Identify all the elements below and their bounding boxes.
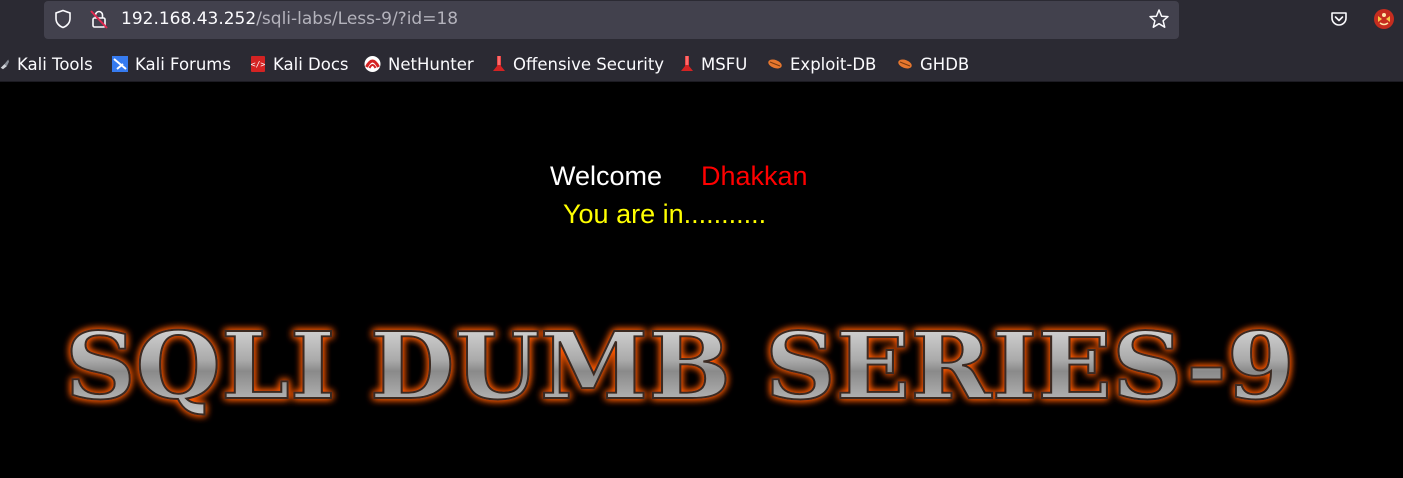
bookmark-msfu[interactable]: MSFU bbox=[679, 52, 747, 76]
username: Dhakkan bbox=[701, 161, 808, 191]
kali-docs-icon: </> bbox=[251, 56, 266, 72]
url-text[interactable]: 192.168.43.252/sqli-labs/Less-9/?id=18 bbox=[121, 8, 458, 30]
browser-toolbar: 192.168.43.252/sqli-labs/Less-9/?id=18 bbox=[0, 0, 1403, 44]
bookmark-label: MSFU bbox=[701, 54, 748, 74]
offsec-icon bbox=[493, 56, 505, 71]
lock-strikethrough-icon[interactable] bbox=[88, 8, 110, 30]
kali-forums-icon bbox=[112, 56, 128, 72]
extension-icon[interactable] bbox=[1372, 7, 1396, 31]
welcome-label: Welcome bbox=[550, 161, 663, 191]
bookmark-label: GHDB bbox=[920, 54, 970, 74]
bookmarks-toolbar: Kali Tools Kali Forums </> Kali Docs Net… bbox=[0, 44, 1403, 82]
bookmark-exploit-db[interactable]: Exploit-DB bbox=[766, 52, 876, 76]
kali-dragon-icon bbox=[0, 59, 9, 70]
bookmark-label: Kali Tools bbox=[17, 54, 93, 74]
bookmark-offensive-security[interactable]: Offensive Security bbox=[491, 52, 664, 76]
ghdb-icon bbox=[898, 59, 912, 69]
bookmark-label: Kali Forums bbox=[135, 54, 231, 74]
status-message: You are in........... bbox=[563, 199, 767, 229]
banner-text: SQLI DUMB SERIES-9 bbox=[65, 312, 1295, 420]
exploit-db-icon bbox=[768, 59, 782, 69]
shield-icon[interactable] bbox=[53, 9, 73, 29]
nethunter-icon bbox=[364, 56, 381, 72]
pocket-icon[interactable] bbox=[1328, 8, 1350, 30]
bookmark-kali-docs[interactable]: </> Kali Docs bbox=[249, 52, 349, 76]
bookmark-label: Exploit-DB bbox=[790, 54, 877, 74]
bookmark-label: Offensive Security bbox=[513, 54, 665, 74]
series-banner: SQLI DUMB SERIES-9 bbox=[64, 311, 1296, 421]
bookmark-label: NetHunter bbox=[388, 54, 474, 74]
bookmark-nethunter[interactable]: NetHunter bbox=[363, 52, 474, 76]
msfu-icon bbox=[681, 56, 693, 71]
svg-text:</>: </> bbox=[251, 60, 266, 69]
url-host: 192.168.43.252 bbox=[121, 9, 257, 29]
url-path: /sqli-labs/Less-9/?id=18 bbox=[256, 9, 459, 29]
bookmark-label: Kali Docs bbox=[273, 54, 349, 74]
bookmark-kali-forums[interactable]: Kali Forums bbox=[111, 52, 231, 76]
bookmark-ghdb[interactable]: GHDB bbox=[896, 52, 969, 76]
bookmark-kali-tools[interactable]: Kali Tools bbox=[0, 52, 93, 76]
star-icon[interactable] bbox=[1148, 8, 1170, 30]
